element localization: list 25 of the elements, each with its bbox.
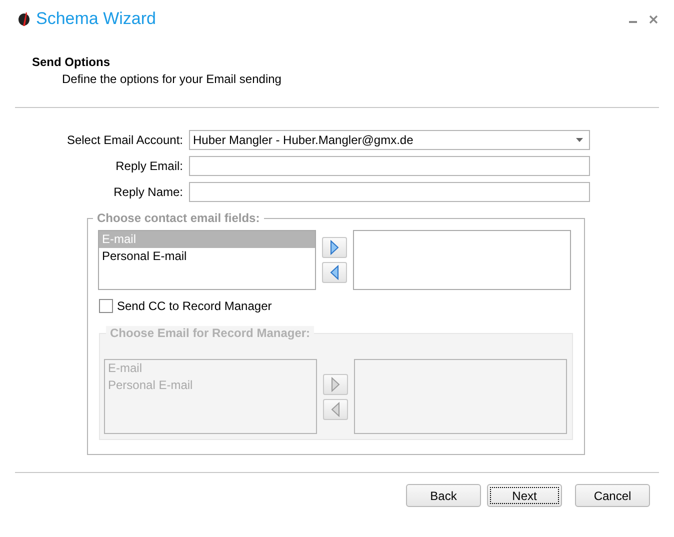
checkbox[interactable] [99,299,113,313]
wizard-button[interactable]: Next [487,484,562,507]
remove-button[interactable] [322,262,347,283]
group-title: Choose contact email fields: [93,211,264,225]
group-title: Choose Email for Record Manager: [106,326,314,340]
dropdown-caret-icon [576,138,583,142]
right-arrow-icon [331,376,340,392]
account-dropdown[interactable]: Huber Mangler - Huber.Mangler@gmx.de [189,130,590,150]
input-field[interactable] [189,182,590,202]
app-logo-icon [18,12,30,26]
left-arrow-icon [330,265,339,280]
field-label: Select Email Account: [66,133,184,147]
right-arrow-icon [330,240,339,255]
page-heading: Send Options [32,55,111,69]
list-item[interactable]: Personal E-mail [99,248,315,265]
field-label: Reply Email: [114,159,184,173]
wizard-button[interactable]: Cancel [575,484,650,507]
wizard-button[interactable]: Back [406,484,481,507]
close-icon[interactable] [649,14,658,24]
left-arrow-icon [331,402,340,416]
add-button[interactable] [322,237,347,258]
input-field[interactable] [189,156,590,176]
field-label: Reply Name: [112,185,184,199]
window-title: Schema Wizard [36,9,157,29]
page-description: Define the options for your Email sending [62,72,282,86]
